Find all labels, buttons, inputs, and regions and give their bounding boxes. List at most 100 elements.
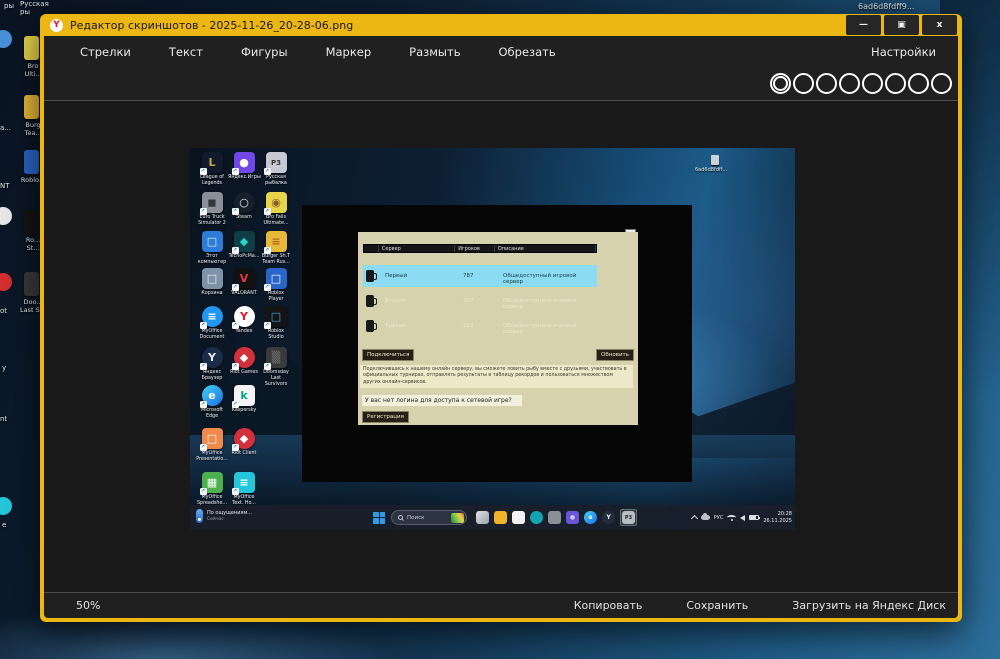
minimize-button[interactable]: —	[846, 15, 881, 35]
desktop-icon[interactable]: V↗VALORANT	[228, 268, 260, 297]
grey-app-icon[interactable]	[548, 511, 561, 524]
shortcut-arrow-icon: ↗	[232, 168, 239, 175]
desktop-icon-label: Doomsday Last Survivors	[260, 370, 292, 387]
desktop-icon[interactable]: ≡↗MyOffice Text. Ho...	[228, 472, 260, 507]
register-button[interactable]: Регистрация	[362, 411, 409, 423]
outer-desktop-icon[interactable]: Bro Ulti...	[24, 36, 39, 60]
desktop-icon[interactable]: □↗Roblox Player	[260, 268, 292, 303]
outer-desktop-icon[interactable]: Ro... St...	[24, 210, 39, 234]
close-button[interactable]: x	[922, 15, 957, 35]
outer-desktop-icon[interactable]	[0, 497, 12, 515]
microsoft-edge-icon[interactable]: e	[584, 511, 597, 524]
keyboard-language[interactable]: РУС	[714, 515, 724, 521]
desktop-icon[interactable]: L↗League of Legends	[196, 152, 228, 187]
desktop-icon[interactable]: □↗MyOffice Presentatio...	[196, 428, 228, 463]
color-circle-6[interactable]	[908, 73, 929, 94]
desktop-icon[interactable]: □Этот компьютер	[196, 231, 228, 266]
shortcut-arrow-icon: ↗	[264, 208, 271, 215]
desktop-icon-image: e↗	[202, 385, 223, 406]
color-circle-5[interactable]	[885, 73, 906, 94]
server-row[interactable]: Третий223Общедоступный игровой сервер	[363, 315, 597, 337]
wifi-icon[interactable]	[727, 515, 736, 520]
teal-app-icon[interactable]	[530, 511, 543, 524]
connect-button[interactable]: Подключиться	[362, 349, 414, 361]
toolbar-item-0[interactable]: Стрелки	[80, 45, 131, 59]
color-circle-7[interactable]	[931, 73, 952, 94]
start-button[interactable]	[373, 512, 385, 524]
desktop-icon[interactable]: ◆↗TecnoPcMa...	[228, 231, 260, 260]
desktop-icon[interactable]: ≡↗Burger Sh.T Team Rus...	[260, 231, 292, 266]
outer-desktop-icon[interactable]: Burg Tea...	[24, 95, 39, 119]
desktop-icon[interactable]: Y↗Yandex	[228, 306, 260, 335]
toolbar: Стрелки Текст Фигуры Маркер Размыть Обрезать	[80, 45, 556, 59]
server-row[interactable]: Второй367Общедоступный игровой сервер	[363, 290, 597, 312]
outer-icon-label: a...	[0, 124, 11, 132]
outer-desktop-icon[interactable]: Doo... Last S...	[24, 272, 39, 296]
desktop-icon[interactable]: ▒↗Doomsday Last Survivors	[260, 347, 292, 387]
upload-yandex-disk-button[interactable]: Загрузить на Яндекс Диск	[792, 599, 946, 612]
titlebar[interactable]: Y Редактор скриншотов - 2025-11-26_20-28…	[40, 14, 962, 36]
shortcut-arrow-icon: ↗	[200, 444, 207, 451]
search-box[interactable]: Поиск	[391, 510, 467, 525]
battery-icon[interactable]	[749, 515, 759, 520]
toolbar-item-4[interactable]: Размыть	[409, 45, 460, 59]
color-circle-0[interactable]	[770, 73, 791, 94]
desktop-icon[interactable]: ≡↗MyOffice Document	[196, 306, 228, 341]
desktop-icon[interactable]: ○↗Steam	[228, 192, 260, 221]
desktop-icon[interactable]: ◆↗Riot Client	[228, 428, 260, 457]
volume-icon[interactable]	[740, 515, 745, 521]
toolbar-item-1[interactable]: Текст	[169, 45, 203, 59]
desktop-icon[interactable]: ◆↗Riot Games	[228, 347, 260, 376]
desktop-icon[interactable]: ▦↗MyOffice Spreadshe...	[196, 472, 228, 507]
screenshot-image[interactable]: L↗League of Legends●↗Яндекс.ИгрыР3↗Русск…	[190, 148, 795, 530]
desktop-icon-label: Kaspersky	[228, 408, 260, 414]
editor-content: СтрелкиТекстФигурыМаркерРазмытьОбрезать …	[44, 36, 958, 618]
outer-desktop-icon[interactable]: Roblo...	[24, 150, 39, 174]
desktop-icon[interactable]: ●↗Яндекс.Игры	[228, 152, 260, 181]
desktop-icon[interactable]: ◉↗Bro Falls Ultimate...	[260, 192, 292, 227]
outer-file-label[interactable]: 6ad6d8fdff9...	[858, 2, 914, 11]
save-button[interactable]: Сохранить	[686, 599, 748, 612]
shortcut-arrow-icon: ↗	[200, 168, 207, 175]
task-view-icon[interactable]	[476, 511, 489, 524]
server-players: 223	[463, 323, 474, 329]
toolbar-item-2[interactable]: Фигуры	[241, 45, 288, 59]
color-circle-4[interactable]	[862, 73, 883, 94]
yandex-browser-icon[interactable]: Y	[602, 511, 615, 524]
desktop-icon[interactable]: □↗Roblox Studio	[260, 306, 292, 341]
server-table: СерверИгроковОписание Первый787Общедосту…	[363, 244, 597, 253]
tray-chevron-icon[interactable]	[691, 515, 698, 522]
color-circle-1[interactable]	[793, 73, 814, 94]
games-app-icon[interactable]: ●	[566, 511, 579, 524]
onedrive-cloud-icon[interactable]	[701, 515, 710, 520]
copy-button[interactable]: Копировать	[574, 599, 643, 612]
desktop-icon-image: □↗	[266, 306, 287, 327]
server-row[interactable]: Первый787Общедоступный игровой сервер	[363, 265, 597, 287]
maximize-button[interactable]: ▣	[884, 15, 919, 35]
desktop-icon[interactable]: Y↗Яндекс Браузер	[196, 347, 228, 382]
desktop-icon[interactable]: e↗Microsoft Edge	[196, 385, 228, 420]
editor-canvas[interactable]: L↗League of Legends●↗Яндекс.ИгрыР3↗Русск…	[44, 101, 958, 592]
microsoft-store-icon[interactable]	[512, 511, 525, 524]
desktop-icon[interactable]: k↗Kaspersky	[228, 385, 260, 414]
file-explorer-icon[interactable]	[494, 511, 507, 524]
settings-button[interactable]: Настройки	[871, 45, 936, 59]
outer-desktop-icon[interactable]	[0, 207, 12, 225]
color-circle-3[interactable]	[839, 73, 860, 94]
toolbar-item-3[interactable]: Маркер	[326, 45, 372, 59]
refresh-button[interactable]: Обновить	[596, 349, 634, 361]
outer-desktop-icon[interactable]	[0, 30, 12, 48]
shortcut-arrow-icon: ↗	[264, 247, 271, 254]
active-app-indicator[interactable]: Р3	[620, 509, 637, 526]
weather-widget[interactable]: По ощущениям... Сейчас	[196, 509, 252, 523]
desktop-icon[interactable]: □Корзина	[196, 268, 228, 297]
desktop-icon-image: ◉↗	[266, 192, 287, 213]
clock[interactable]: 20:28 26.11.2025	[763, 511, 792, 524]
russian-fishing-icon[interactable]: Р3	[622, 511, 635, 524]
desktop-icon-label: Riot Games	[228, 370, 260, 376]
color-circle-2[interactable]	[816, 73, 837, 94]
outer-desktop-icon[interactable]	[0, 273, 12, 291]
desktop-icon[interactable]: ◼↗Euro Truck Simulator 2	[196, 192, 228, 227]
desktop-icon[interactable]: Р3↗Русская рыбалка	[260, 152, 292, 187]
toolbar-item-5[interactable]: Обрезать	[499, 45, 556, 59]
